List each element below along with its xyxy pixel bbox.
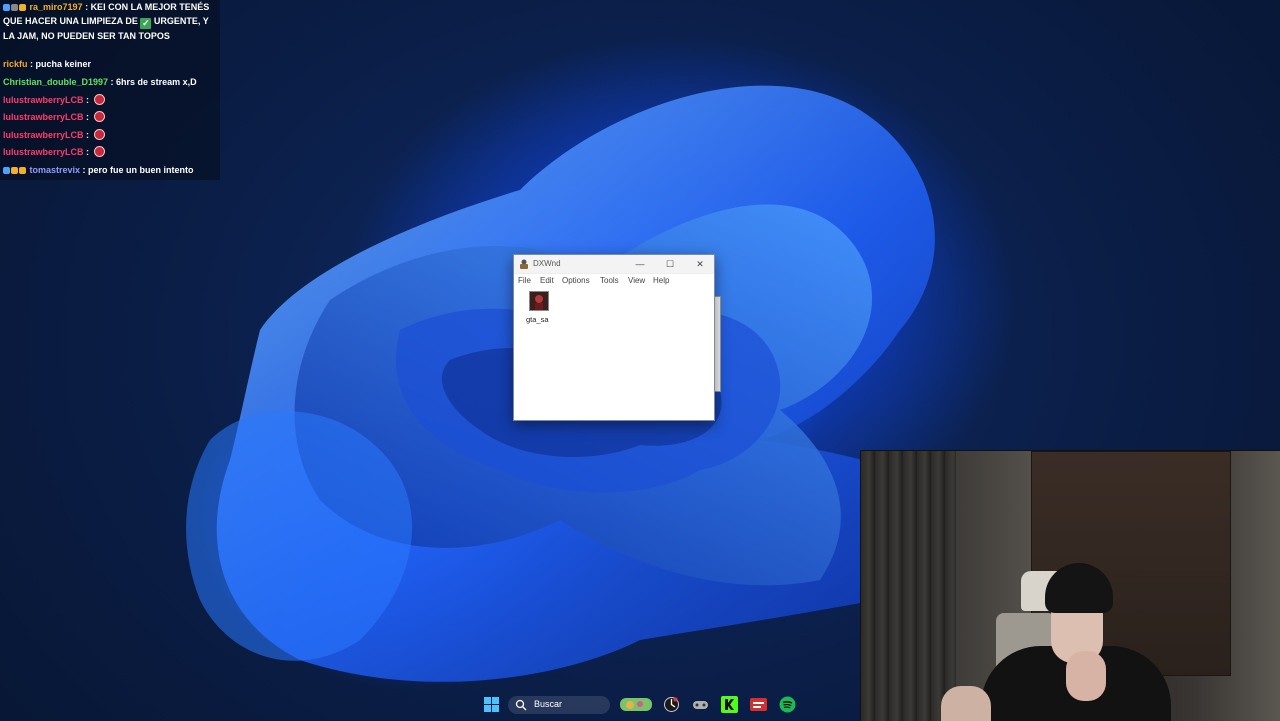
game-icon [529,291,549,311]
streamer-hand [1066,651,1106,701]
chat-message: lulustrawberryLCB : [3,110,217,124]
chat-username[interactable]: lulustrawberryLCB [3,130,84,140]
taskbar: Buscar [470,690,810,720]
stream-chat-overlay: ra_miro7197 : KEI CON LA MEJOR TENÉS QUE… [0,0,220,180]
chat-message: Christian_double_D1997 : 6hrs de stream … [3,75,217,89]
curtain [861,451,956,721]
chat-separator: : [83,130,92,140]
menu-tools[interactable]: Tools [600,276,619,285]
chat-separator: : [83,147,92,157]
window-title: DXWnd [533,259,561,268]
search-icon [515,699,527,711]
menu-help[interactable]: Help [653,276,669,285]
game-controller-icon[interactable] [692,696,709,713]
chat-separator: : [83,112,92,122]
chat-username[interactable]: Christian_double_D1997 [3,77,108,87]
strawberry-emote-icon [93,94,105,105]
kick-icon[interactable] [721,696,738,713]
chat-separator: : [108,77,117,87]
menu-view[interactable]: View [628,276,645,285]
chat-separator: : [27,59,36,69]
webcam-feed [860,450,1280,721]
badge-icon [11,4,18,11]
background-window-edge [714,296,721,392]
chat-message: ra_miro7197 : KEI CON LA MEJOR TENÉS QUE… [3,0,217,43]
dxwnd-window[interactable]: DXWnd — ☐ ✕ File Edit Options Tools View… [513,254,715,421]
widgets-icon[interactable] [620,696,652,713]
badge-icon [3,167,10,174]
app-icon[interactable] [663,696,680,713]
check-mark-emote-icon: ✓ [140,18,152,29]
program-list: gta_sa [514,288,714,420]
chat-message: tomastrevix : pero fue un buen intento [3,163,217,177]
app-red-icon[interactable] [750,696,767,713]
badge-icon [3,4,10,11]
chat-text: 6hrs de stream x,D [116,77,197,87]
program-entry-gta-sa[interactable]: gta_sa [514,288,564,328]
chat-text: pucha keiner [35,59,92,69]
start-icon[interactable] [483,696,500,713]
maximize-icon[interactable]: ☐ [655,255,685,273]
streamer-arm [941,686,991,721]
chat-username[interactable]: ra_miro7197 [30,2,83,12]
strawberry-emote-icon [93,111,105,122]
menu-bar: File Edit Options Tools View Help [514,274,714,289]
chat-separator: : [80,165,89,175]
spotify-icon[interactable] [779,696,796,713]
chat-separator: : [82,2,91,12]
taskbar-search-box[interactable]: Buscar [508,696,610,714]
search-placeholder: Buscar [534,699,563,709]
menu-file[interactable]: File [518,276,531,285]
menu-edit[interactable]: Edit [540,276,554,285]
chat-message: lulustrawberryLCB : [3,128,217,142]
window-titlebar[interactable]: DXWnd — ☐ ✕ [514,255,714,274]
badge-icon [19,167,26,174]
minimize-icon[interactable]: — [625,255,655,273]
menu-options[interactable]: Options [562,276,590,285]
chat-username[interactable]: lulustrawberryLCB [3,95,84,105]
chat-username[interactable]: lulustrawberryLCB [3,112,84,122]
dxwnd-app-icon [520,259,528,269]
chat-text: pero fue un buen intento [88,165,194,175]
strawberry-emote-icon [93,129,105,140]
chat-separator: : [83,95,92,105]
chat-message: lulustrawberryLCB : [3,145,217,159]
close-icon[interactable]: ✕ [685,255,715,273]
chat-username[interactable]: lulustrawberryLCB [3,147,84,157]
program-label: gta_sa [526,315,549,324]
badge-icon [19,4,26,11]
chat-username[interactable]: rickfu [3,59,28,69]
badge-icon [11,167,18,174]
chat-username[interactable]: tomastrevix [30,165,81,175]
chat-message: rickfu : pucha keiner [3,57,217,71]
strawberry-emote-icon [93,146,105,157]
chat-message: lulustrawberryLCB : [3,93,217,107]
